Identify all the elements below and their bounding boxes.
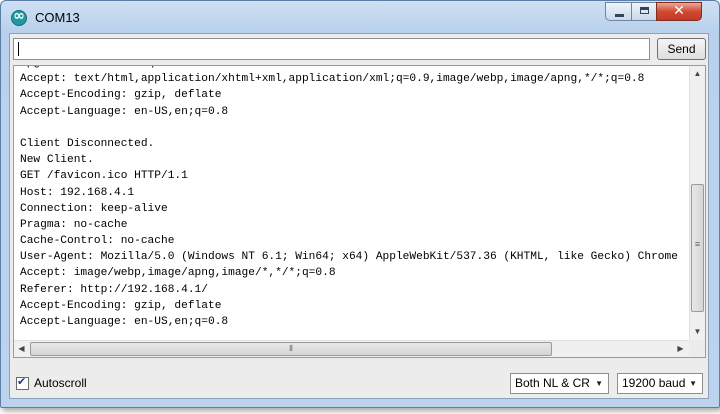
- scroll-left-icon[interactable]: ◀: [14, 341, 29, 357]
- output-line: Accept-Language: en-US,en;q=0.8: [20, 105, 229, 118]
- minimize-button[interactable]: [605, 2, 632, 21]
- horizontal-scrollbar[interactable]: ◀ ⦀ ▶: [14, 340, 689, 357]
- arduino-logo-icon: [11, 8, 27, 26]
- scrollbar-corner: [689, 340, 705, 357]
- output-line: Accept-Encoding: gzip, deflate: [20, 299, 222, 312]
- output-line: Client Disconnected.: [20, 137, 155, 150]
- output-line: Accept: text/html,application/xhtml+xml,…: [20, 73, 645, 86]
- horizontal-scroll-thumb[interactable]: ⦀: [30, 342, 552, 356]
- output-line: Referer: http://192.168.4.1/: [20, 283, 208, 296]
- minimize-icon: [615, 14, 624, 17]
- close-icon: ✕: [673, 3, 685, 19]
- line-ending-select[interactable]: Both NL & CR ▼: [510, 373, 609, 394]
- output-line: New Client.: [20, 154, 94, 167]
- maximize-button[interactable]: [631, 2, 657, 21]
- baud-rate-value: 19200 baud: [622, 376, 686, 390]
- output-line: Accept-Language: en-US,en;q=0.8: [20, 316, 229, 328]
- autoscroll-label: Autoscroll: [34, 376, 87, 390]
- serial-monitor-window: COM13 ✕ Send Upgrade-Insecure-Requests: …: [0, 0, 720, 408]
- scroll-right-icon[interactable]: ▶: [673, 341, 688, 357]
- output-line: Pragma: no-cache: [20, 218, 128, 231]
- chevron-down-icon: ▼: [689, 379, 697, 388]
- output-line: User-Agent: Mozilla/5.0 (Windows NT 6.1;…: [20, 251, 678, 264]
- output-line: Host: 192.168.4.1: [20, 186, 135, 199]
- vertical-scroll-thumb[interactable]: ≡: [691, 184, 704, 312]
- scroll-down-icon[interactable]: ▼: [690, 324, 705, 340]
- title-bar[interactable]: COM13 ✕: [1, 1, 719, 33]
- vertical-scrollbar[interactable]: ▲ ≡ ▼: [689, 66, 705, 340]
- window-title: COM13: [35, 10, 80, 25]
- maximize-icon: [640, 7, 649, 14]
- grip-icon: ≡: [694, 239, 701, 249]
- grip-icon: ⦀: [289, 344, 293, 353]
- autoscroll-toggle[interactable]: Autoscroll: [16, 374, 87, 392]
- send-input[interactable]: [13, 38, 650, 60]
- baud-rate-select[interactable]: 19200 baud ▼: [617, 373, 703, 394]
- chevron-down-icon: ▼: [595, 379, 603, 388]
- scroll-up-icon[interactable]: ▲: [690, 66, 705, 82]
- text-caret: [18, 42, 19, 56]
- line-ending-value: Both NL & CR: [515, 376, 590, 390]
- output-line: Accept-Encoding: gzip, deflate: [20, 89, 222, 102]
- autoscroll-checkbox[interactable]: [16, 375, 29, 390]
- output-line: Connection: keep-alive: [20, 202, 168, 215]
- serial-output-area[interactable]: Upgrade-Insecure-Requests: 1Accept: text…: [13, 65, 706, 358]
- output-line: Cache-Control: no-cache: [20, 235, 175, 248]
- send-button[interactable]: Send: [657, 38, 706, 60]
- serial-output-text: Upgrade-Insecure-Requests: 1Accept: text…: [20, 66, 692, 357]
- close-button[interactable]: ✕: [656, 2, 702, 21]
- output-line: Accept: image/webp,image/apng,image/*,*/…: [20, 267, 336, 280]
- serial-monitor-body: Send Upgrade-Insecure-Requests: 1Accept:…: [9, 33, 709, 399]
- output-line: GET /favicon.ico HTTP/1.1: [20, 170, 188, 183]
